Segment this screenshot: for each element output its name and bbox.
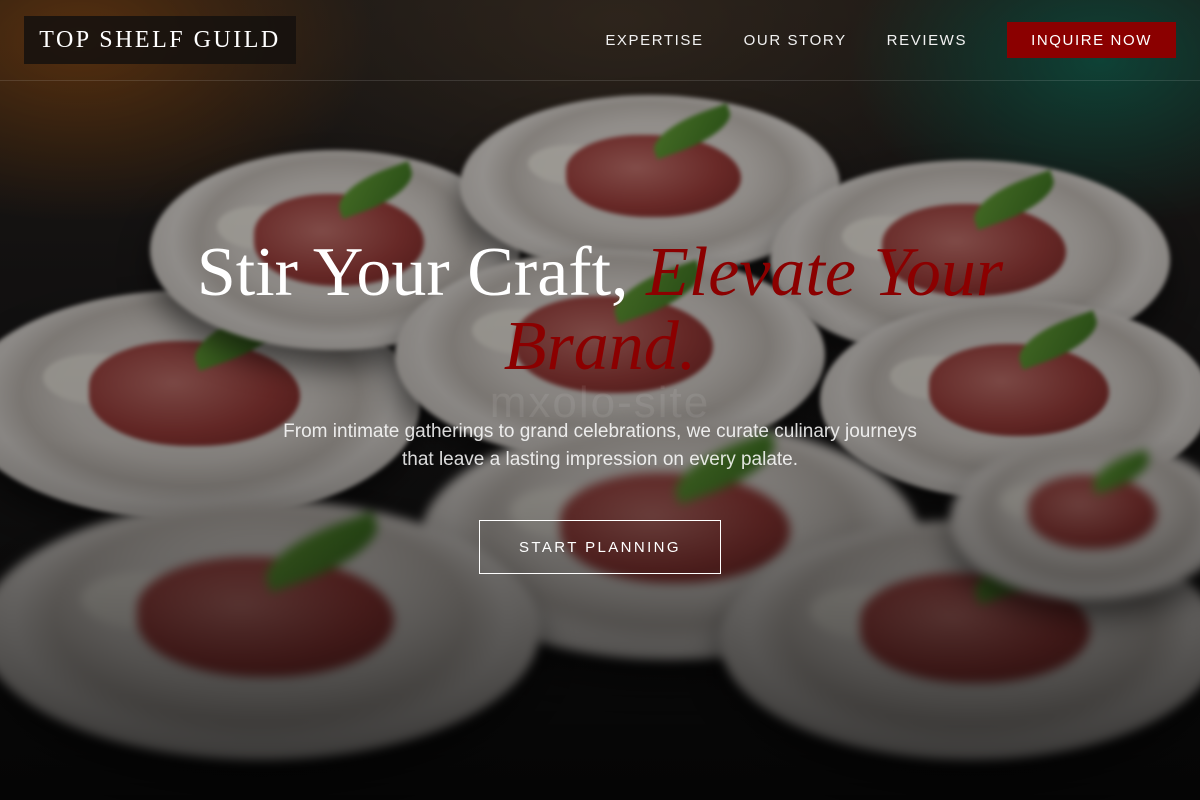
nav-link-reviews[interactable]: REVIEWS [887,32,967,49]
hero-subtext: From intimate gatherings to grand celebr… [283,421,917,470]
start-planning-button[interactable]: START PLANNING [479,520,721,574]
main-nav: EXPERTISE OUR STORY REVIEWS INQUIRE NOW [605,22,1176,58]
headline-plain-text: Stir Your Craft, [196,234,647,311]
site-header: TOP SHELF GUILD EXPERTISE OUR STORY REVI… [0,0,1200,81]
brand-logo[interactable]: TOP SHELF GUILD [24,16,296,64]
inquire-now-button[interactable]: INQUIRE NOW [1007,22,1176,58]
nav-link-expertise[interactable]: EXPERTISE [605,32,703,49]
nav-link-our-story[interactable]: OUR STORY [744,32,847,49]
hero-headline: Stir Your Craft, Elevate Your Brand. [170,236,1030,384]
brand-logo-text: TOP SHELF GUILD [39,26,281,53]
hero-section: Stir Your Craft, Elevate Your Brand. Fro… [0,236,1200,574]
